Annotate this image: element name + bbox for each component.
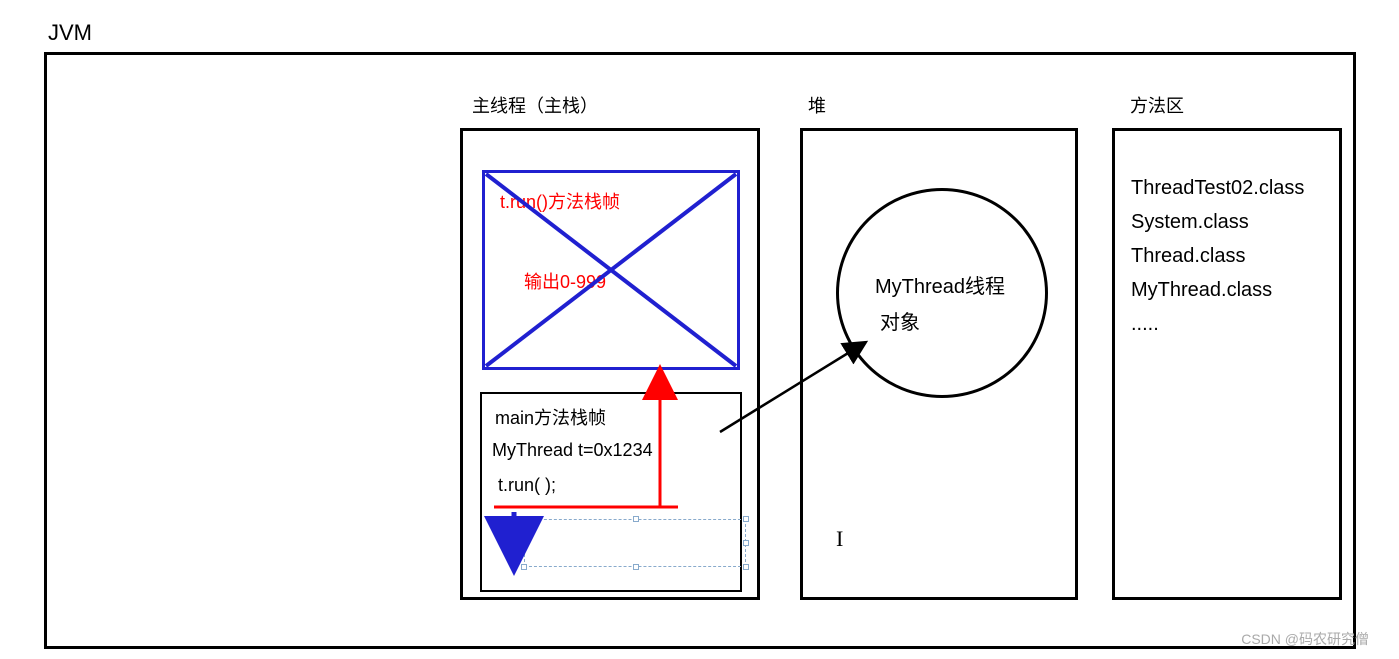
run-frame-body: 输出0-999: [524, 268, 606, 294]
handle-icon[interactable]: [521, 564, 527, 570]
class-entry: MyThread.class: [1131, 273, 1323, 307]
jvm-title: JVM: [48, 20, 92, 46]
handle-icon[interactable]: [521, 516, 527, 522]
handle-icon[interactable]: [521, 540, 527, 546]
main-frame-call: t.run( );: [498, 475, 556, 496]
class-entry: ThreadTest02.class: [1131, 171, 1323, 205]
method-area-label: 方法区: [1130, 92, 1184, 118]
heap-object-line1: MyThread线程: [875, 270, 1005, 299]
stack-label: 主线程（主栈）: [472, 92, 598, 118]
run-frame-title: t.run()方法栈帧: [500, 188, 620, 214]
handle-icon[interactable]: [633, 564, 639, 570]
method-area-box: ThreadTest02.class System.class Thread.c…: [1112, 128, 1342, 600]
handle-icon[interactable]: [743, 564, 749, 570]
class-entry: System.class: [1131, 205, 1323, 239]
handle-icon[interactable]: [743, 516, 749, 522]
text-cursor-icon: I: [836, 526, 843, 552]
heap-object-line2: 对象: [880, 306, 920, 335]
editor-selection-box[interactable]: [524, 519, 746, 567]
main-frame-var: MyThread t=0x1234: [492, 440, 653, 461]
heap-label: 堆: [808, 92, 826, 118]
watermark: CSDN @码农研究僧: [1241, 629, 1369, 649]
main-frame-title: main方法栈帧: [495, 404, 606, 430]
handle-icon[interactable]: [743, 540, 749, 546]
handle-icon[interactable]: [633, 516, 639, 522]
class-entry-more: .....: [1131, 307, 1323, 341]
class-entry: Thread.class: [1131, 239, 1323, 273]
